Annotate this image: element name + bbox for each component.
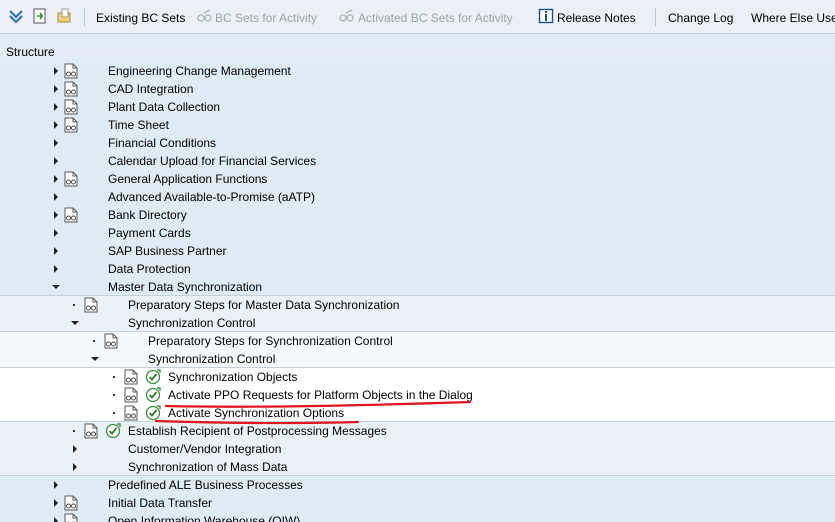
bc-set-icon	[197, 9, 212, 22]
find-icon[interactable]	[32, 8, 48, 24]
toolbar-separator	[84, 8, 85, 26]
structure-header: Structure	[0, 43, 835, 61]
bc-sets-for-activity-button[interactable]: BC Sets for Activity	[215, 9, 317, 27]
info-icon	[538, 8, 554, 24]
folder-icon[interactable]	[56, 8, 72, 24]
red-underline-annotation	[154, 400, 472, 425]
structure-tree: Engineering Change Management CAD Integra…	[0, 62, 835, 522]
toolbar: Existing BC Sets BC Sets for Activity Ac…	[0, 0, 835, 34]
release-notes-button[interactable]: Release Notes	[557, 9, 636, 27]
where-else-used-button[interactable]: Where Else Use	[751, 9, 835, 27]
activated-bc-sets-for-activity-button[interactable]: Activated BC Sets for Activity	[358, 9, 513, 27]
change-log-button[interactable]: Change Log	[668, 9, 733, 27]
activated-bc-set-icon	[339, 9, 354, 22]
toolbar-separator	[655, 8, 656, 26]
existing-bc-sets-button[interactable]: Existing BC Sets	[96, 9, 185, 27]
expand-all-icon[interactable]	[8, 8, 24, 24]
